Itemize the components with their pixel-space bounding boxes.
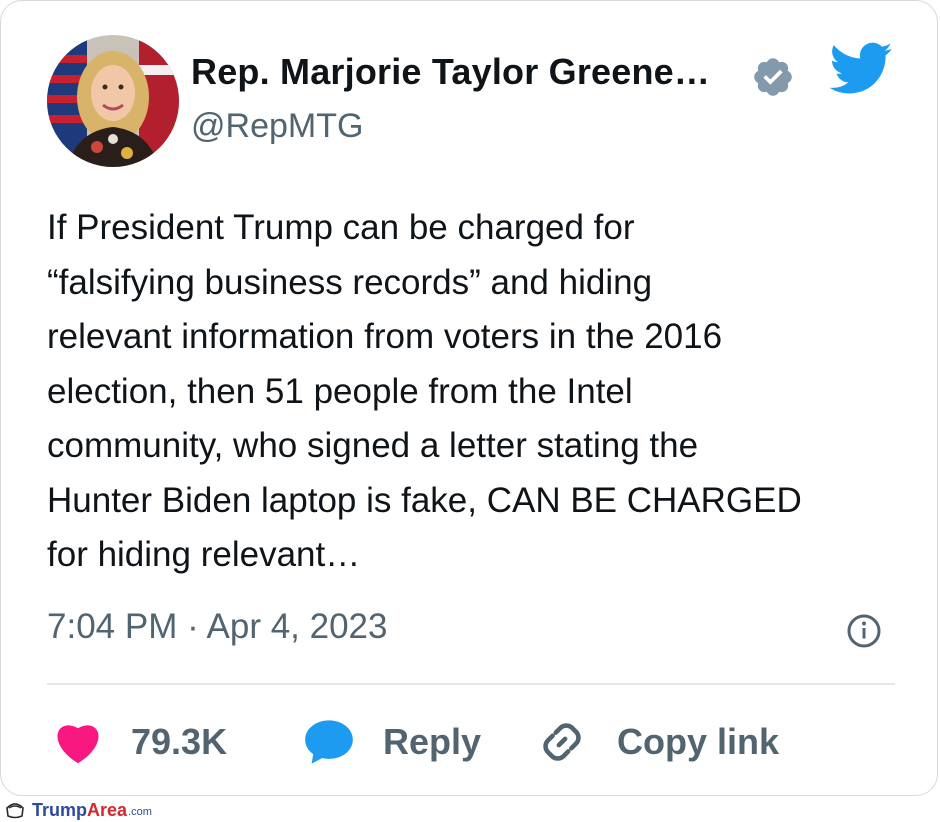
verified-badge-icon (751, 55, 795, 99)
tweet-line: election, then 51 people from the Intel (47, 371, 633, 411)
tweet-line: for hiding relevant… (47, 535, 361, 574)
tweet-text: If President Trump can be charged for “f… (47, 201, 907, 583)
avatar-photo (47, 35, 179, 167)
tweet-line: Hunter Biden laptop is fake, CAN BE CHAR… (47, 480, 802, 520)
tweet-card: Rep. Marjorie Taylor Greene… @RepMTG If … (0, 0, 938, 796)
reply-label: Reply (383, 721, 482, 762)
like-count: 79.3K (131, 721, 228, 762)
tweet-timestamp[interactable]: 7:04 PM · Apr 4, 2023 (47, 607, 387, 647)
link-icon (543, 723, 581, 761)
reply-bubble-icon (305, 720, 353, 764)
tweet-line: community, who signed a letter stating t… (47, 426, 699, 465)
watermark-com: .com (128, 806, 152, 818)
like-button[interactable]: 79.3K (53, 717, 227, 767)
watermark-trump: Trump (32, 799, 88, 820)
author-avatar[interactable] (47, 35, 179, 167)
info-icon[interactable] (846, 613, 882, 649)
copy-link-button[interactable]: Copy link (537, 717, 779, 767)
heart-icon (57, 725, 99, 764)
watermark: Trump Area .com (4, 798, 152, 822)
tweet-line: “falsifying business records” and hiding (47, 262, 653, 302)
twitter-bird-icon[interactable] (829, 41, 893, 97)
tweet-line: relevant information from voters in the … (47, 317, 723, 356)
tweet-line: If President Trump can be charged for (47, 208, 635, 247)
copy-link-label: Copy link (617, 721, 780, 762)
author-name[interactable]: Rep. Marjorie Taylor Greene… (191, 51, 710, 93)
watermark-area: Area (87, 799, 128, 820)
trump-logo-icon (6, 803, 24, 819)
reply-button[interactable]: Reply (303, 717, 481, 767)
divider (47, 683, 895, 685)
author-handle[interactable]: @RepMTG (191, 107, 363, 146)
